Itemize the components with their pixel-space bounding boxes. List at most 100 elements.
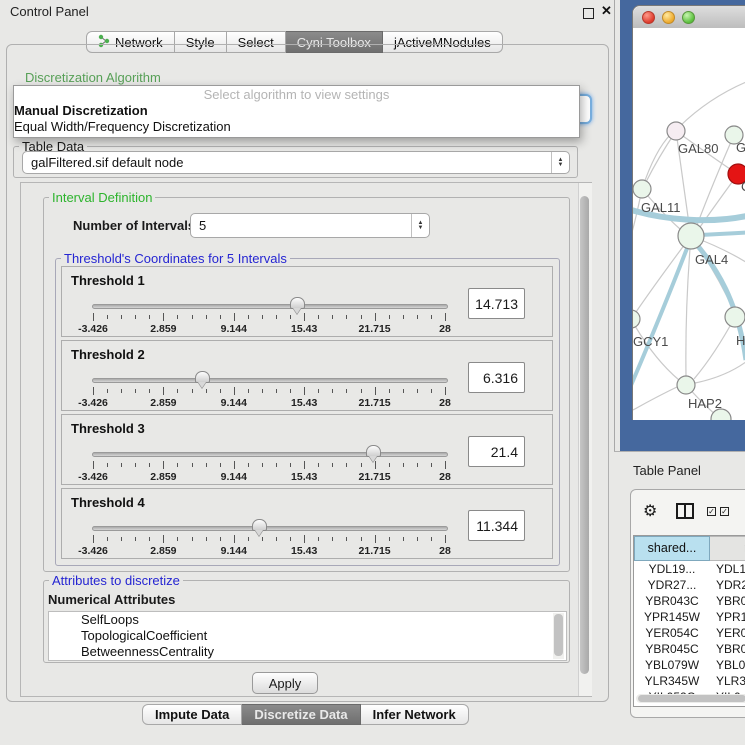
popup-item-equal-width-frequency[interactable]: Equal Width/Frequency Discretization	[14, 119, 579, 135]
threshold-1-value[interactable]: 14.713	[468, 288, 525, 319]
popup-item-manual-discretization[interactable]: Manual Discretization	[14, 103, 579, 119]
threshold-4-slider-thumb[interactable]	[252, 519, 267, 531]
table-horizontal-scrollbar[interactable]	[636, 694, 745, 703]
list-item-selfloops[interactable]: SelfLoops	[49, 612, 566, 628]
number-of-intervals-combobox[interactable]: 5 ▲▼	[190, 213, 430, 238]
node-label-hap2: HAP2	[688, 396, 722, 411]
threshold-2-ticks	[93, 387, 445, 396]
slider-tick	[290, 315, 291, 319]
tab-discretize-data-label: Discretize Data	[254, 707, 347, 722]
slider-tick	[403, 537, 404, 541]
slider-tick	[417, 463, 418, 467]
slider-tick-label: 9.144	[221, 397, 247, 409]
apply-button[interactable]: Apply	[252, 672, 318, 694]
slider-tick	[389, 463, 390, 467]
threshold-1-slider-track[interactable]	[92, 304, 448, 309]
attributes-list-scrollbar-thumb[interactable]	[554, 614, 563, 656]
slider-tick-label: 28	[439, 323, 451, 335]
threshold-3-value[interactable]: 21.4	[468, 436, 525, 467]
table-panel: ⚙ ✓ ✓ shared... na YDL19...YDL1 YDR27...…	[630, 489, 745, 718]
numerical-attributes-list[interactable]: SelfLoops TopologicalCoefficient Between…	[48, 611, 567, 661]
column-header-name[interactable]: na	[710, 536, 745, 561]
table-body[interactable]: YDL19...YDL1 YDR27...YDR2 YBR043CYBR0 YP…	[634, 561, 745, 694]
settings-scrollbar-thumb[interactable]	[580, 196, 589, 674]
table-horizontal-scrollbar-thumb[interactable]	[638, 695, 745, 702]
slider-tick	[135, 389, 136, 393]
slider-tick	[234, 387, 235, 395]
slider-tick	[276, 389, 277, 393]
slider-tick	[417, 389, 418, 393]
threshold-4-value[interactable]: 11.344	[468, 510, 525, 541]
slider-tick-label: 2.859	[150, 397, 176, 409]
checkbox-icon[interactable]: ✓	[707, 507, 716, 516]
table-row[interactable]: YER054CYER0	[634, 625, 745, 641]
slider-tick	[121, 389, 122, 393]
table-data-combobox[interactable]: galFiltered.sif default node ▲▼	[22, 151, 570, 174]
slider-tick	[318, 389, 319, 393]
table-row[interactable]: YBL079WYBL0	[634, 657, 745, 673]
slider-tick-label: 2.859	[150, 323, 176, 335]
tab-impute-data[interactable]: Impute Data	[142, 704, 242, 725]
slider-tick	[361, 389, 362, 393]
float-window-icon[interactable]	[583, 8, 594, 19]
close-traffic-light-icon[interactable]	[642, 11, 655, 24]
cell: YBR045C	[634, 641, 710, 657]
slider-tick-label: 2.859	[150, 545, 176, 557]
table-row[interactable]: YBR045CYBR0	[634, 641, 745, 657]
threshold-1-ticks	[93, 313, 445, 322]
gear-icon[interactable]: ⚙	[643, 501, 657, 521]
slider-tick	[389, 315, 390, 319]
checkbox-icon[interactable]: ✓	[720, 507, 729, 516]
table-row[interactable]: YDR27...YDR2	[634, 577, 745, 593]
threshold-2-slider-thumb[interactable]	[195, 371, 210, 383]
interval-definition-title: Interval Definition	[49, 190, 155, 205]
threshold-3-slider-thumb[interactable]	[366, 445, 381, 457]
slider-tick	[163, 535, 164, 543]
zoom-traffic-light-icon[interactable]	[682, 11, 695, 24]
list-item-betweennesscentrality[interactable]: BetweennessCentrality	[49, 644, 566, 660]
slider-tick	[192, 463, 193, 467]
threshold-2-panel: Threshold 2 -3.4262.8599.14415.4321.7152…	[61, 340, 553, 411]
slider-tick	[389, 537, 390, 541]
threshold-4-label: Threshold 4	[71, 495, 145, 510]
table-row[interactable]: YDL19...YDL1	[634, 561, 745, 577]
threshold-4-slider-track[interactable]	[92, 526, 448, 531]
slider-tick-label: -3.426	[78, 471, 108, 483]
slider-tick	[163, 313, 164, 321]
minimize-traffic-light-icon[interactable]	[662, 11, 675, 24]
slider-tick	[248, 537, 249, 541]
column-layout-icon[interactable]	[676, 503, 694, 519]
network-window[interactable]: GAL80 GA C GAL11 GAL4 GCY1 H HAP2	[632, 5, 745, 420]
slider-tick	[121, 463, 122, 467]
threshold-1-slider-thumb[interactable]	[290, 297, 305, 309]
slider-tick	[304, 461, 305, 469]
column-header-shared-name[interactable]: shared...	[634, 536, 710, 561]
threshold-2-slider-track[interactable]	[92, 378, 448, 383]
tab-impute-data-label: Impute Data	[155, 707, 229, 722]
cell: YER054C	[634, 625, 710, 641]
tab-infer-network[interactable]: Infer Network	[361, 704, 469, 725]
node-label-c-cut: C	[741, 179, 745, 194]
table-row[interactable]: YLR345WYLR3	[634, 673, 745, 689]
threshold-3-label: Threshold 3	[71, 421, 145, 436]
slider-tick-label: 21.715	[359, 545, 391, 557]
algorithm-hint-item[interactable]: Select algorithm to view settings	[14, 86, 579, 103]
numerical-attributes-label: Numerical Attributes	[48, 592, 175, 607]
threshold-3-slider-track[interactable]	[92, 452, 448, 457]
close-icon[interactable]: ✕	[601, 3, 612, 19]
cell: YBR0	[710, 593, 745, 609]
tab-discretize-data[interactable]: Discretize Data	[242, 704, 360, 725]
slider-tick-label: -3.426	[78, 397, 108, 409]
slider-tick	[206, 537, 207, 541]
table-row[interactable]: YPR145WYPR1	[634, 609, 745, 625]
slider-tick	[445, 535, 446, 543]
threshold-2-value[interactable]: 6.316	[468, 362, 525, 393]
slider-tick	[290, 463, 291, 467]
list-item-topologicalcoefficient[interactable]: TopologicalCoefficient	[49, 628, 566, 644]
network-canvas[interactable]: GAL80 GA C GAL11 GAL4 GCY1 H HAP2	[633, 28, 745, 420]
slider-tick-label: 28	[439, 397, 451, 409]
table-row[interactable]: YBR043CYBR0	[634, 593, 745, 609]
threshold-3-panel: Threshold 3 -3.4262.8599.14415.4321.7152…	[61, 414, 553, 485]
slider-tick	[290, 537, 291, 541]
network-window-titlebar[interactable]	[633, 6, 745, 29]
